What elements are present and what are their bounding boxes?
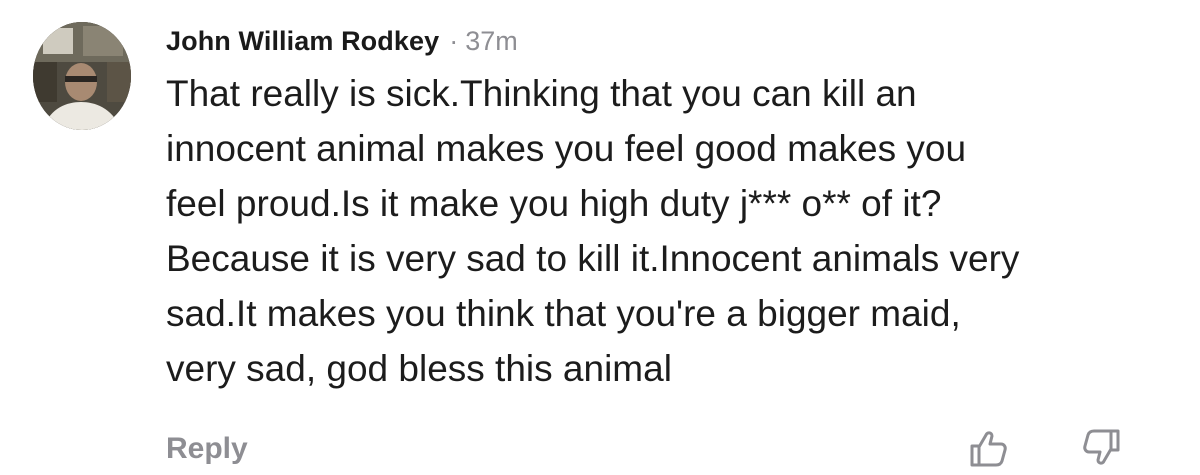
thumbs-down-icon — [1083, 429, 1120, 465]
author-name[interactable]: John William Rodkey — [166, 26, 439, 57]
meta-separator: · — [449, 26, 459, 56]
comment-line: Because it is very sad to kill it.Innoce… — [166, 238, 1020, 279]
like-button[interactable] — [966, 426, 1010, 470]
comment-body: That really is sick.Thinking that you ca… — [166, 66, 1166, 396]
avatar[interactable] — [33, 22, 131, 130]
timestamp: 37m — [465, 26, 518, 56]
reply-button[interactable]: Reply — [166, 432, 248, 466]
comment-line: feel proud.Is it make you high duty j***… — [166, 183, 942, 224]
comment-line: sad.It makes you think that you're a big… — [166, 293, 961, 334]
avatar-photo — [33, 22, 131, 130]
comment-line: That really is sick.Thinking that you ca… — [166, 73, 917, 114]
comment-line: very sad, god bless this animal — [166, 348, 672, 389]
comment-meta: John William Rodkey · 37m — [166, 26, 518, 60]
comment-line: innocent animal makes you feel good make… — [166, 128, 967, 169]
thumbs-up-icon — [970, 431, 1007, 467]
dislike-button[interactable] — [1080, 426, 1124, 470]
